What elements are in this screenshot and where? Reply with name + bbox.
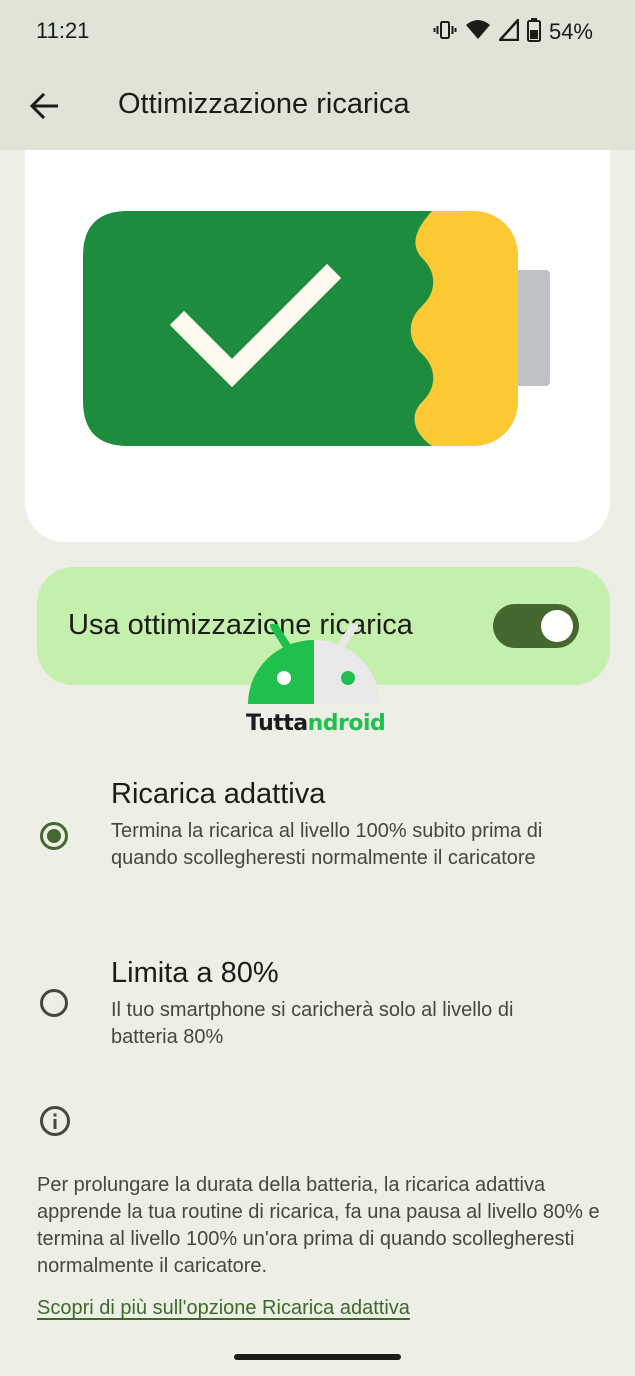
battery-percent: 54%	[548, 19, 593, 44]
tuttandroid-logo-icon	[248, 624, 380, 704]
switch-thumb	[541, 610, 573, 642]
status-icons: 54%	[433, 17, 593, 47]
option-limit-title[interactable]: Limita a 80%	[111, 957, 279, 990]
watermark-text: Tuttandroid	[246, 711, 386, 736]
vibrate-icon	[433, 18, 457, 47]
option-adaptive-title[interactable]: Ricarica adattiva	[111, 778, 325, 811]
info-text: Per prolungare la durata della batteria,…	[37, 1174, 600, 1277]
arrow-back-icon	[30, 93, 58, 119]
optimization-switch[interactable]	[493, 604, 579, 648]
learn-more-link[interactable]: Scopri di più sull'opzione Ricarica adat…	[37, 1297, 410, 1320]
signal-icon	[498, 18, 520, 46]
watermark-text-part2: ndroid	[307, 711, 386, 736]
battery-icon	[526, 17, 541, 47]
status-time: 11:21	[36, 18, 90, 43]
radio-selected-dot	[47, 829, 61, 843]
info-icon	[40, 1106, 70, 1136]
option-limit-description: Il tuo smartphone si caricherà solo al l…	[111, 999, 514, 1048]
option-adaptive-description: Termina la ricarica al livello 100% subi…	[111, 820, 543, 869]
radio-adaptive-charging[interactable]	[40, 822, 68, 850]
home-indicator[interactable]	[234, 1354, 401, 1360]
radio-limit-80[interactable]	[40, 989, 68, 1017]
back-button[interactable]	[18, 80, 70, 132]
wifi-icon	[465, 18, 491, 47]
page-title: Ottimizzazione ricarica	[118, 88, 410, 120]
battery-check-illustration	[83, 211, 550, 446]
watermark-text-part1: Tutta	[246, 711, 308, 736]
